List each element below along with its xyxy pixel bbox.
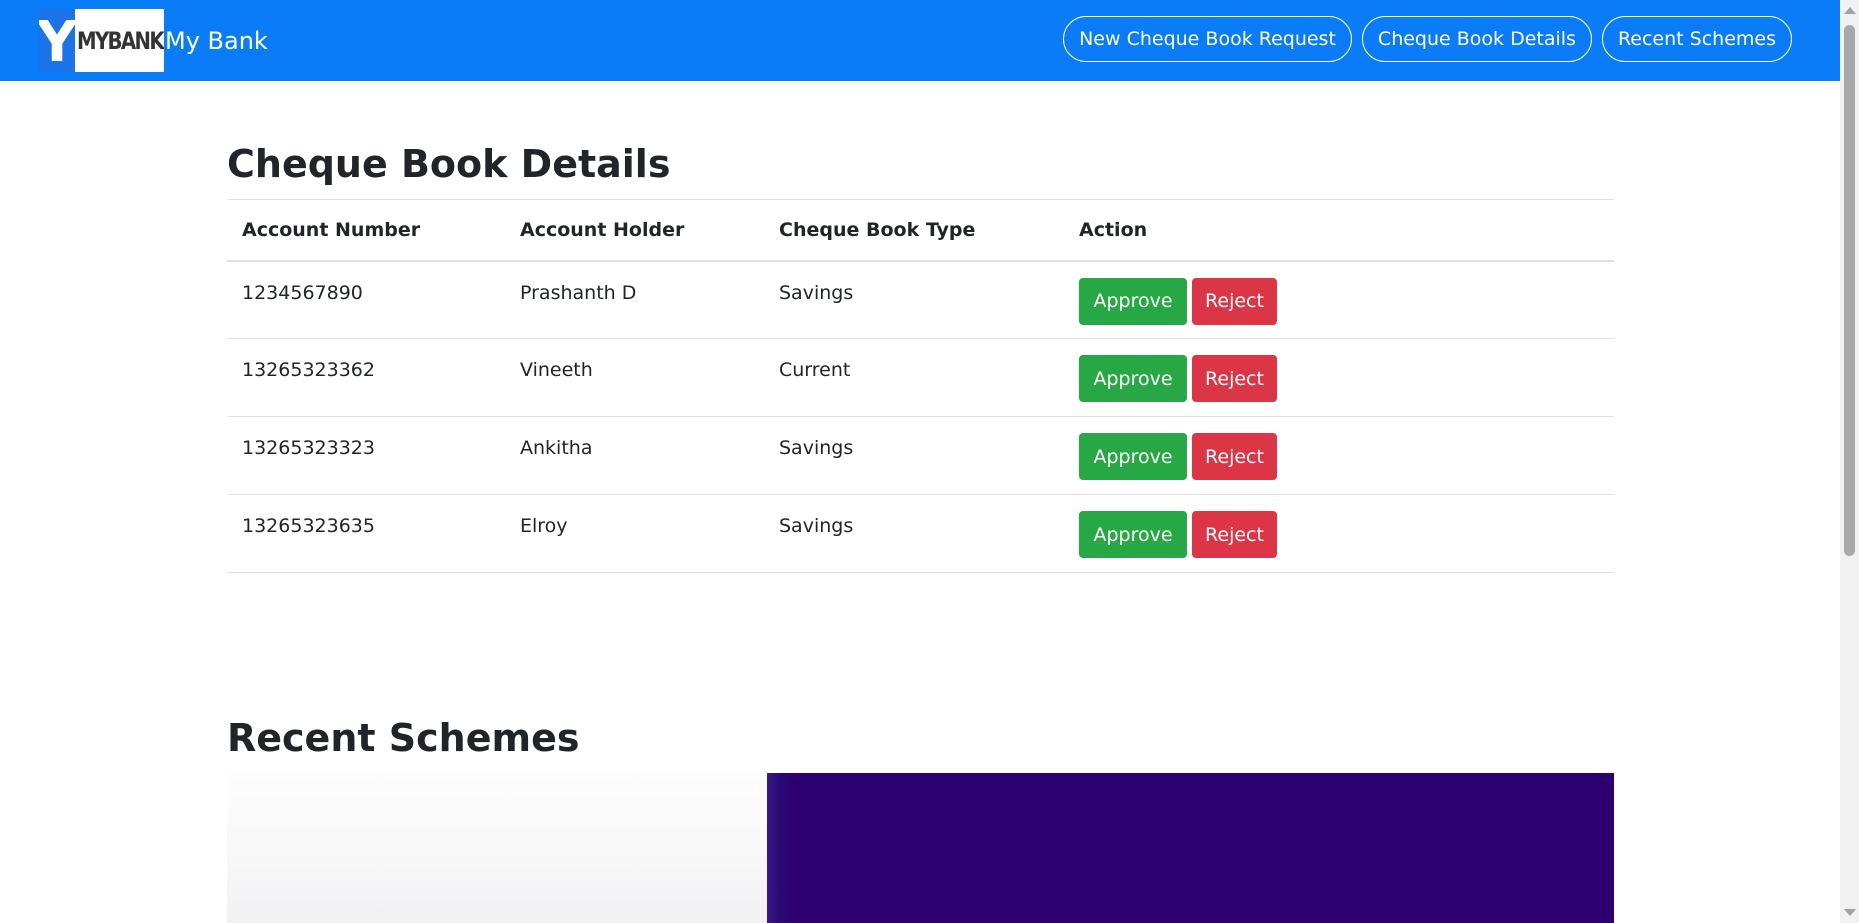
recent-schemes-button[interactable]: Recent Schemes	[1601, 16, 1792, 62]
cheque-book-type-cell: Savings	[764, 494, 1064, 573]
account-number-cell: 13265323362	[227, 338, 505, 417]
approve-button[interactable]: Approve	[1079, 355, 1187, 402]
account-number-cell: 13265323635	[227, 494, 505, 573]
scheme-image-left	[227, 773, 767, 923]
new-cheque-book-request-button[interactable]: New Cheque Book Request	[1063, 16, 1352, 62]
scheme-image-right	[767, 773, 1614, 923]
cheque-book-details-heading: Cheque Book Details	[227, 142, 671, 186]
approve-button[interactable]: Approve	[1079, 433, 1187, 480]
mybank-logo: Y MYBANK	[39, 9, 164, 72]
approve-button[interactable]: Approve	[1079, 511, 1187, 558]
cheque-book-details-button[interactable]: Cheque Book Details	[1361, 16, 1592, 62]
column-header-account-number: Account Number	[227, 199, 505, 262]
logo-text: MYBANK	[77, 26, 164, 55]
reject-button[interactable]: Reject	[1192, 433, 1277, 480]
top-navbar: Y MYBANK My Bank New Cheque Book Request…	[0, 0, 1840, 81]
approve-button[interactable]: Approve	[1079, 277, 1187, 325]
cheque-book-type-cell: Savings	[764, 260, 1064, 339]
action-cell: Approve Reject	[1064, 338, 1614, 417]
cheque-book-type-cell: Savings	[764, 416, 1064, 495]
column-header-cheque-book-type: Cheque Book Type	[764, 199, 1064, 262]
scroll-down-arrow-icon[interactable]	[1844, 909, 1856, 916]
action-cell: Approve Reject	[1064, 494, 1614, 573]
table-row: 13265323362 Vineeth Current Approve Rejec…	[227, 338, 1614, 417]
table-row: 13265323635 Elroy Savings Approve Reject	[227, 494, 1614, 573]
account-number-cell: 13265323323	[227, 416, 505, 495]
table-row: 1234567890 Prashanth D Savings Approve Re…	[227, 260, 1614, 339]
nav-buttons: New Cheque Book Request Cheque Book Deta…	[1063, 16, 1792, 62]
reject-button[interactable]: Reject	[1192, 355, 1277, 402]
scheme-carousel[interactable]	[227, 773, 1614, 923]
column-header-action: Action	[1064, 199, 1614, 262]
vertical-scrollbar[interactable]	[1840, 0, 1859, 923]
action-cell: Approve Reject	[1064, 260, 1614, 339]
scrollbar-thumb[interactable]	[1844, 25, 1855, 556]
account-number-cell: 1234567890	[227, 260, 505, 339]
logo-y-mark: Y	[39, 9, 78, 72]
reject-button[interactable]: Reject	[1192, 511, 1277, 558]
cheque-book-details-table: Account Number Account Holder Cheque Boo…	[227, 199, 1614, 573]
table-row: 13265323323 Ankitha Savings Approve Rejec…	[227, 416, 1614, 495]
brand-name[interactable]: My Bank	[165, 27, 268, 55]
account-holder-cell: Vineeth	[505, 338, 764, 417]
brand[interactable]: Y MYBANK My Bank	[39, 9, 268, 72]
scroll-up-arrow-icon[interactable]	[1844, 7, 1856, 14]
table-header-row: Account Number Account Holder Cheque Boo…	[227, 199, 1614, 262]
recent-schemes-heading: Recent Schemes	[227, 716, 580, 760]
column-header-account-holder: Account Holder	[505, 199, 764, 262]
account-holder-cell: Elroy	[505, 494, 764, 573]
cheque-book-type-cell: Current	[764, 338, 1064, 417]
account-holder-cell: Ankitha	[505, 416, 764, 495]
account-holder-cell: Prashanth D	[505, 260, 764, 339]
action-cell: Approve Reject	[1064, 416, 1614, 495]
reject-button[interactable]: Reject	[1192, 277, 1277, 325]
